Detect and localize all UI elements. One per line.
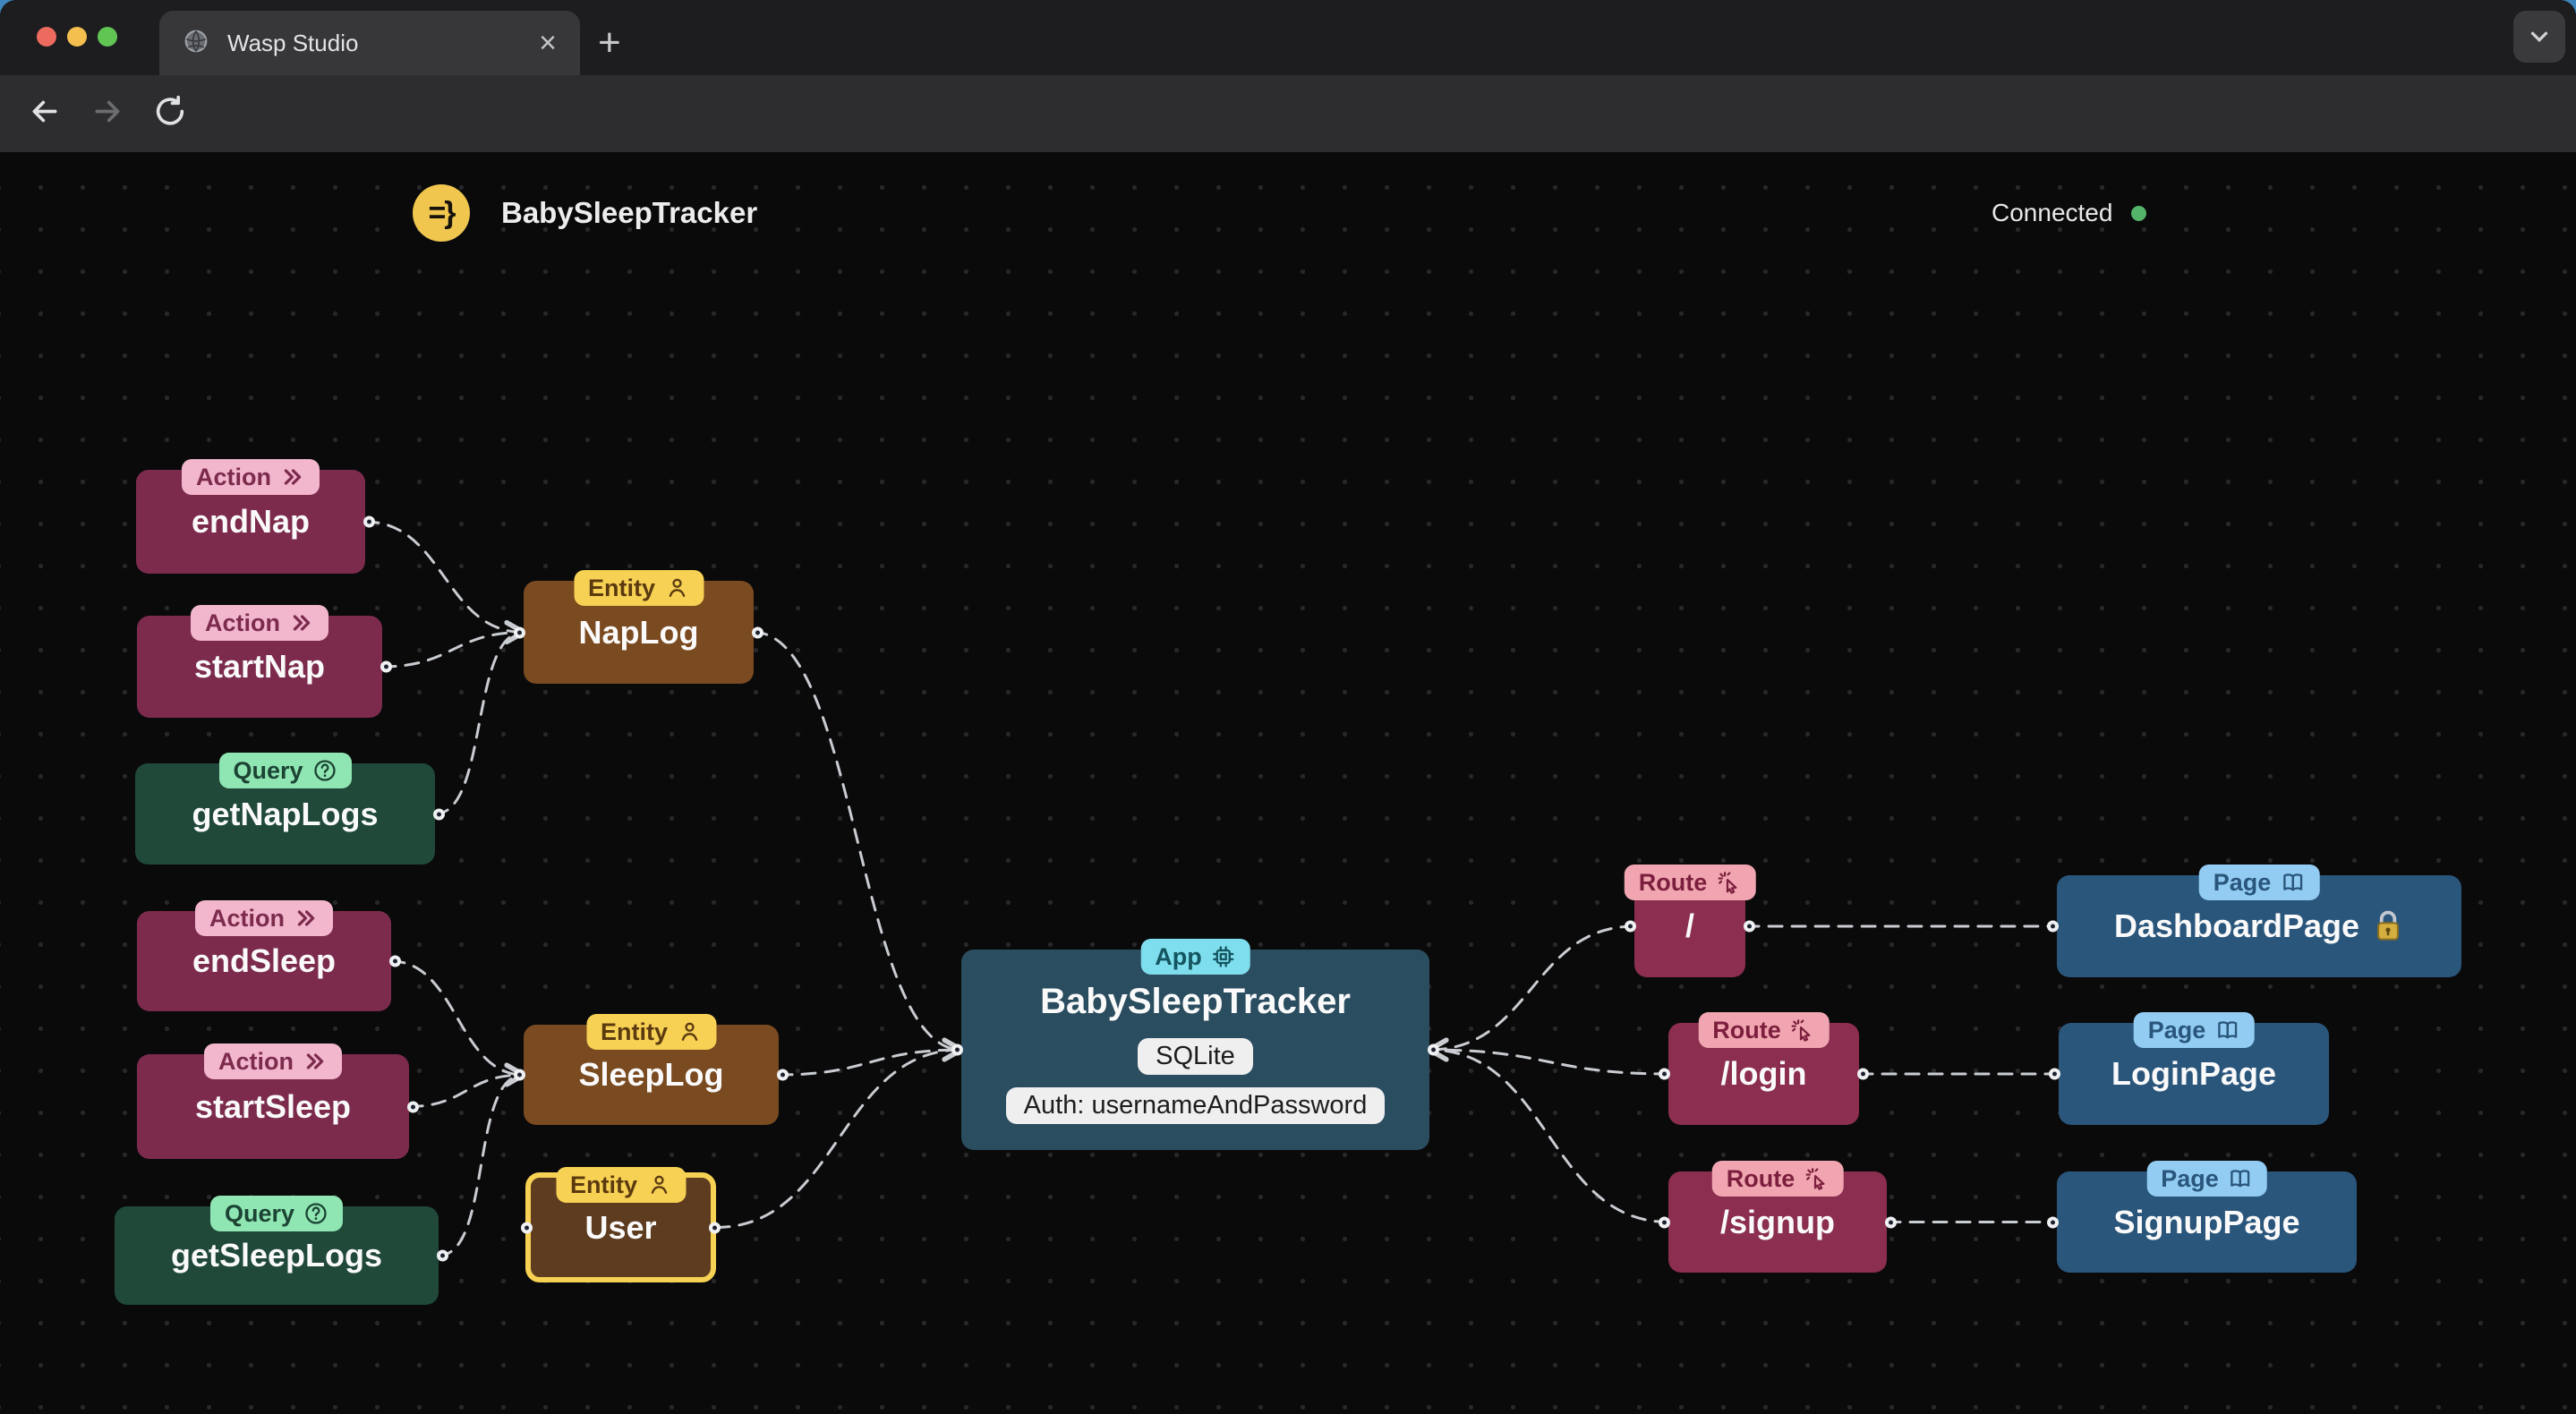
node-endNap[interactable]: Action endNap bbox=[136, 459, 375, 574]
right-handle[interactable] bbox=[1428, 1043, 1439, 1056]
right-handle[interactable] bbox=[407, 1101, 419, 1112]
right-handle[interactable] bbox=[1744, 920, 1755, 933]
left-handle[interactable] bbox=[2047, 920, 2059, 933]
left-handle[interactable] bbox=[1625, 920, 1636, 933]
left-handle[interactable] bbox=[2047, 1216, 2059, 1228]
node-title: getSleepLogs bbox=[170, 1237, 383, 1273]
node-startNap[interactable]: Action startNap bbox=[137, 605, 392, 718]
left-handle[interactable] bbox=[1659, 1216, 1670, 1228]
node-title: startSleep bbox=[194, 1087, 352, 1125]
badge-label: App bbox=[1155, 942, 1202, 970]
auth-pill: Auth: usernameAndPassword bbox=[1005, 1087, 1386, 1124]
cpu-icon bbox=[1211, 944, 1236, 969]
right-handle[interactable] bbox=[433, 808, 445, 820]
node-title: /signup bbox=[1720, 1203, 1835, 1240]
node-title: /login bbox=[1720, 1055, 1807, 1092]
node-route-login[interactable]: Route/login bbox=[1659, 1012, 1869, 1125]
db-pill: SQLite bbox=[1138, 1038, 1253, 1075]
node-title: SleepLog bbox=[578, 1056, 724, 1093]
left-handle[interactable] bbox=[951, 1043, 963, 1056]
left-handle[interactable] bbox=[521, 1222, 533, 1233]
node-route-signup[interactable]: Route/signup bbox=[1659, 1161, 1897, 1273]
node-title: endNap bbox=[191, 503, 310, 540]
edge-startNap-to-NapLog[interactable] bbox=[380, 633, 524, 669]
right-handle[interactable] bbox=[389, 955, 401, 967]
node-endSleep[interactable]: Action endSleep bbox=[137, 900, 401, 1011]
right-handle[interactable] bbox=[709, 1222, 721, 1233]
edge-route-signup-to-BabySleepTracker[interactable] bbox=[1429, 1050, 1670, 1223]
edge-startSleep-to-SleepLog[interactable] bbox=[407, 1075, 524, 1108]
edge-endSleep-to-SleepLog[interactable] bbox=[389, 959, 524, 1075]
node-title: LoginPage bbox=[2111, 1055, 2276, 1092]
wasp-logo: =} bbox=[413, 184, 470, 242]
node-BabySleepTracker[interactable]: App BabySleepTracker SQLite Auth: usernameA… bbox=[951, 939, 1439, 1150]
edge-getNapLogs-to-NapLog[interactable] bbox=[433, 633, 524, 815]
node-title: DashboardPage bbox=[2113, 907, 2360, 944]
node-SleepLog[interactable]: Entity SleepLog bbox=[514, 1014, 789, 1125]
node-title: getNapLogs bbox=[192, 795, 379, 832]
node-title: endSleep bbox=[192, 942, 337, 979]
edge-SleepLog-to-BabySleepTracker[interactable] bbox=[777, 1050, 961, 1077]
connection-status-dot bbox=[2131, 206, 2146, 221]
node-getNapLogs[interactable]: Query getNapLogs bbox=[135, 753, 445, 865]
left-handle[interactable] bbox=[514, 1069, 525, 1081]
node-title: / bbox=[1685, 907, 1694, 944]
node-route-root[interactable]: Route / bbox=[1624, 865, 1756, 977]
edge-endNap-to-NapLog[interactable] bbox=[363, 520, 524, 633]
right-handle[interactable] bbox=[752, 626, 763, 638]
node-title: User bbox=[584, 1208, 657, 1246]
edge-route-login-to-BabySleepTracker[interactable] bbox=[1429, 1050, 1670, 1076]
node-title: SignupPage bbox=[2113, 1203, 2300, 1240]
right-handle[interactable] bbox=[777, 1069, 789, 1081]
node-title: NapLog bbox=[578, 613, 699, 651]
node-getSleepLogs[interactable]: Query getSleepLogs bbox=[115, 1196, 448, 1305]
node-LoginPage[interactable]: Page LoginPage bbox=[2049, 1012, 2329, 1125]
node-DashboardPage[interactable]: Page DashboardPage bbox=[2047, 865, 2461, 977]
right-handle[interactable] bbox=[437, 1249, 448, 1262]
edge-route-root-to-BabySleepTracker[interactable] bbox=[1429, 924, 1636, 1050]
node-title: BabySleepTracker bbox=[1040, 982, 1351, 1021]
app-badge: App bbox=[1140, 939, 1250, 975]
edge-NapLog-to-BabySleepTracker[interactable] bbox=[752, 631, 961, 1051]
right-handle[interactable] bbox=[380, 660, 392, 673]
right-handle[interactable] bbox=[1857, 1068, 1869, 1080]
node-title: startNap bbox=[193, 648, 326, 685]
connection-status-label: Connected bbox=[1992, 199, 2113, 226]
right-handle[interactable] bbox=[1885, 1216, 1897, 1228]
node-User[interactable]: Entity User bbox=[521, 1167, 721, 1282]
left-handle[interactable] bbox=[514, 626, 525, 638]
browser-window: Wasp Studio × + localhost:4000 bbox=[0, 0, 2576, 1414]
edge-getSleepLogs-to-SleepLog[interactable] bbox=[437, 1075, 524, 1257]
node-NapLog[interactable]: Entity NapLog bbox=[514, 570, 763, 684]
right-handle[interactable] bbox=[363, 515, 375, 528]
left-handle[interactable] bbox=[1659, 1068, 1670, 1080]
node-startSleep[interactable]: Action startSleep bbox=[137, 1043, 419, 1159]
page-title: BabySleepTracker bbox=[501, 196, 758, 229]
lock-icon bbox=[2372, 909, 2404, 943]
left-handle[interactable] bbox=[2049, 1068, 2060, 1080]
node-SignupPage[interactable]: Page SignupPage bbox=[2047, 1161, 2357, 1273]
diagram-stage: =} BabySleepTracker Connected Action endN… bbox=[0, 0, 2576, 1414]
